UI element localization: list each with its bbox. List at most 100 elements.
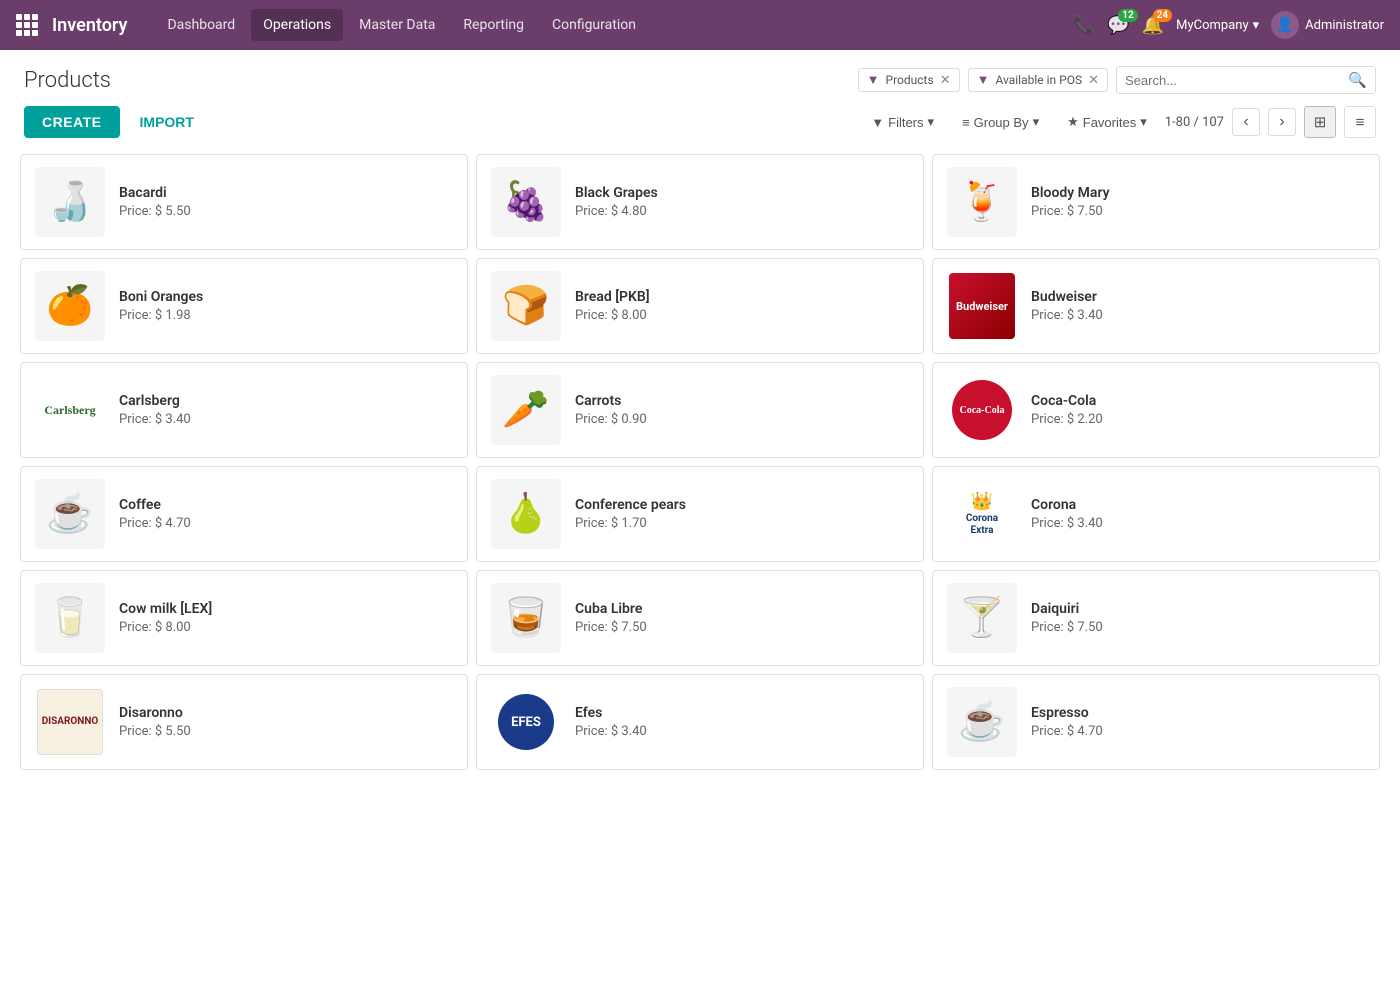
nav-configuration[interactable]: Configuration [540, 9, 648, 41]
product-card[interactable]: 🥃 Cuba Libre Price: $ 7.50 [476, 570, 924, 666]
product-card[interactable]: 🍊 Boni Oranges Price: $ 1.98 [20, 258, 468, 354]
phone-icon[interactable]: 📞 [1073, 15, 1095, 36]
create-button[interactable]: CREATE [24, 106, 120, 138]
toolbar: CREATE IMPORT ▼ Filters ▾ ≡ Group By ▾ ★… [0, 102, 1400, 150]
product-card[interactable]: ☕ Coffee Price: $ 4.70 [20, 466, 468, 562]
import-button[interactable]: IMPORT [128, 106, 206, 138]
product-card[interactable]: DISARONNO Disaronno Price: $ 5.50 [20, 674, 468, 770]
grid-view-button[interactable]: ⊞ [1304, 106, 1336, 138]
product-image: 🍊 [35, 271, 105, 341]
product-image: 🍇 [491, 167, 561, 237]
product-name: Bread [PKB] [575, 289, 650, 305]
product-info: Black Grapes Price: $ 4.80 [575, 185, 658, 219]
product-image: ☕ [35, 479, 105, 549]
product-name: Espresso [1031, 705, 1103, 721]
search-bar: ▼ Products ✕ ▼ Available in POS ✕ 🔍 [111, 66, 1376, 94]
product-info: Coca-Cola Price: $ 2.20 [1031, 393, 1103, 427]
product-image: 🥛 [35, 583, 105, 653]
product-name: Carlsberg [119, 393, 191, 409]
filter-funnel-icon3: ▼ [871, 115, 884, 130]
product-name: Coffee [119, 497, 191, 513]
group-by-chevron: ▾ [1033, 114, 1040, 130]
product-info: Cow milk [LEX] Price: $ 8.00 [119, 601, 212, 635]
product-price: Price: $ 7.50 [575, 620, 647, 635]
filter-funnel-icon: ▼ [867, 72, 880, 88]
top-navigation: Inventory Dashboard Operations Master Da… [0, 0, 1400, 50]
search-input[interactable] [1125, 73, 1348, 88]
product-image: 👑CoronaExtra [947, 479, 1017, 549]
favorites-button[interactable]: ★ Favorites ▾ [1057, 108, 1157, 136]
filter-tag-pos: ▼ Available in POS ✕ [968, 68, 1108, 92]
product-name: Cow milk [LEX] [119, 601, 212, 617]
remove-pos-filter[interactable]: ✕ [1088, 73, 1099, 88]
product-name: Conference pears [575, 497, 686, 513]
product-price: Price: $ 7.50 [1031, 204, 1110, 219]
pagination-info: 1-80 / 107 [1165, 115, 1224, 130]
product-card[interactable]: Coca-Cola Coca-Cola Price: $ 2.20 [932, 362, 1380, 458]
product-price: Price: $ 7.50 [1031, 620, 1103, 635]
product-name: Daiquiri [1031, 601, 1103, 617]
product-card[interactable]: Budweiser Budweiser Price: $ 3.40 [932, 258, 1380, 354]
product-image: 🍞 [491, 271, 561, 341]
product-price: Price: $ 3.40 [1031, 308, 1103, 323]
product-image: 🍹 [947, 167, 1017, 237]
product-price: Price: $ 3.40 [1031, 516, 1103, 531]
user-menu[interactable]: 👤 Administrator [1271, 11, 1384, 39]
product-card[interactable]: 🍶 Bacardi Price: $ 5.50 [20, 154, 468, 250]
product-card[interactable]: 🥛 Cow milk [LEX] Price: $ 8.00 [20, 570, 468, 666]
filters-button[interactable]: ▼ Filters ▾ [861, 108, 944, 136]
product-card[interactable]: 🍇 Black Grapes Price: $ 4.80 [476, 154, 924, 250]
product-info: Coffee Price: $ 4.70 [119, 497, 191, 531]
product-image: 🍸 [947, 583, 1017, 653]
product-card[interactable]: 🥕 Carrots Price: $ 0.90 [476, 362, 924, 458]
nav-operations[interactable]: Operations [251, 9, 343, 41]
product-price: Price: $ 0.90 [575, 412, 647, 427]
nav-dashboard[interactable]: Dashboard [155, 9, 247, 41]
company-selector[interactable]: MyCompany ▾ [1176, 18, 1259, 33]
apps-grid-icon[interactable] [16, 14, 38, 36]
product-name: Cuba Libre [575, 601, 647, 617]
product-image: 🍶 [35, 167, 105, 237]
product-image: DISARONNO [35, 687, 105, 757]
product-card[interactable]: ☕ Espresso Price: $ 4.70 [932, 674, 1380, 770]
remove-products-filter[interactable]: ✕ [940, 73, 951, 88]
product-info: Disaronno Price: $ 5.50 [119, 705, 191, 739]
product-image: 🍐 [491, 479, 561, 549]
product-card[interactable]: Carlsberg Carlsberg Price: $ 3.40 [20, 362, 468, 458]
group-by-button[interactable]: ≡ Group By ▾ [952, 108, 1049, 136]
product-info: Daiquiri Price: $ 7.50 [1031, 601, 1103, 635]
search-icon[interactable]: 🔍 [1348, 71, 1367, 89]
product-image: 🥕 [491, 375, 561, 445]
product-price: Price: $ 3.40 [575, 724, 647, 739]
product-info: Espresso Price: $ 4.70 [1031, 705, 1103, 739]
nav-master-data[interactable]: Master Data [347, 9, 447, 41]
product-grid: 🍶 Bacardi Price: $ 5.50 🍇 Black Grapes P… [0, 150, 1400, 790]
product-name: Coca-Cola [1031, 393, 1103, 409]
product-price: Price: $ 2.20 [1031, 412, 1103, 427]
product-card[interactable]: 👑CoronaExtra Corona Price: $ 3.40 [932, 466, 1380, 562]
product-card[interactable]: EFES Efes Price: $ 3.40 [476, 674, 924, 770]
activity-icon[interactable]: 🔔 24 [1142, 15, 1164, 36]
product-info: Boni Oranges Price: $ 1.98 [119, 289, 203, 323]
product-card[interactable]: 🍐 Conference pears Price: $ 1.70 [476, 466, 924, 562]
product-card[interactable]: 🍹 Bloody Mary Price: $ 7.50 [932, 154, 1380, 250]
group-by-icon: ≡ [962, 115, 970, 130]
list-view-button[interactable]: ≡ [1344, 106, 1376, 138]
product-name: Black Grapes [575, 185, 658, 201]
activity-badge: 24 [1153, 9, 1172, 22]
product-price: Price: $ 1.70 [575, 516, 686, 531]
search-input-wrap: 🔍 [1116, 66, 1376, 94]
prev-page-button[interactable]: ‹ [1232, 108, 1260, 136]
product-name: Bloody Mary [1031, 185, 1110, 201]
product-image: ☕ [947, 687, 1017, 757]
nav-reporting[interactable]: Reporting [451, 9, 536, 41]
product-card[interactable]: 🍞 Bread [PKB] Price: $ 8.00 [476, 258, 924, 354]
favorites-chevron: ▾ [1140, 114, 1147, 130]
product-card[interactable]: 🍸 Daiquiri Price: $ 7.50 [932, 570, 1380, 666]
messages-icon[interactable]: 💬 12 [1107, 15, 1129, 36]
app-brand[interactable]: Inventory [52, 15, 127, 36]
product-image: Budweiser [947, 271, 1017, 341]
next-page-button[interactable]: › [1268, 108, 1296, 136]
messages-badge: 12 [1118, 9, 1137, 22]
filter-funnel-icon2: ▼ [977, 72, 990, 88]
